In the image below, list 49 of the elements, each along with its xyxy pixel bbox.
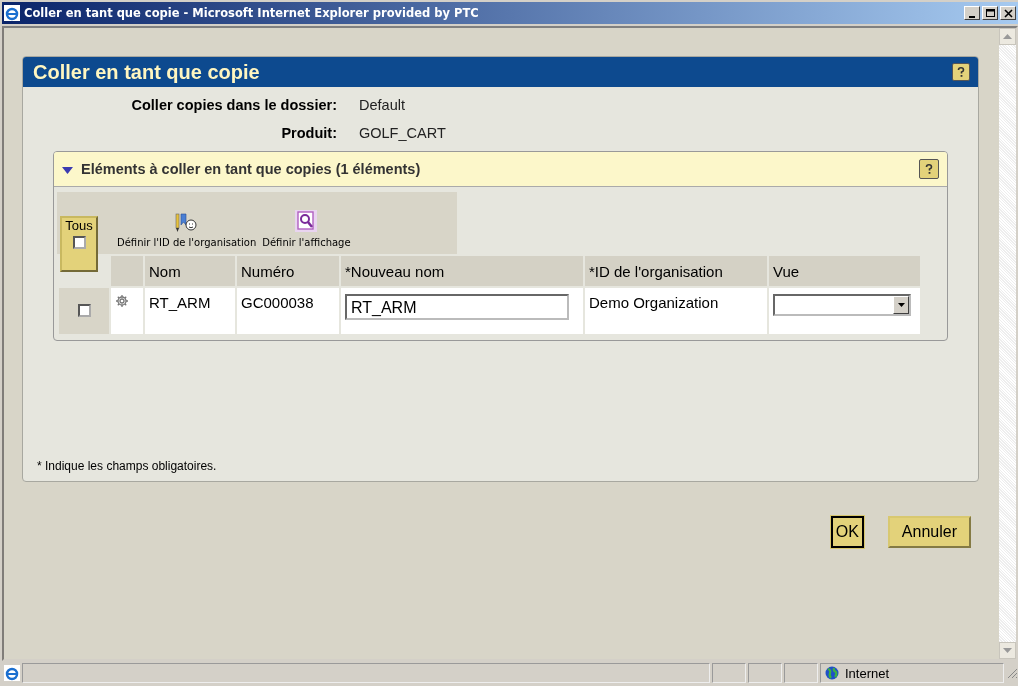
help-button[interactable] bbox=[952, 63, 970, 81]
organization-action-button[interactable]: Définir l'ID de l'organisation bbox=[117, 213, 257, 248]
globe-icon bbox=[825, 666, 839, 680]
pencil-people-icon bbox=[174, 213, 199, 233]
table-cell: RT_ARM bbox=[145, 288, 235, 334]
column-header: Numéro bbox=[237, 256, 339, 286]
maximize-button[interactable] bbox=[982, 6, 998, 20]
page-icon bbox=[4, 665, 20, 681]
select-all-label: Tous bbox=[65, 218, 93, 233]
gear-icon bbox=[115, 294, 129, 308]
row-checkbox[interactable] bbox=[77, 303, 91, 317]
status-pane bbox=[712, 663, 746, 683]
required-fields-note: * Indique les champs obligatoires. bbox=[37, 459, 218, 473]
magnifier-icon bbox=[294, 209, 319, 233]
section-title: Eléments à coller en tant que copies (1 éléments) bbox=[81, 161, 422, 177]
question-mark-icon bbox=[925, 164, 933, 174]
status-pane bbox=[784, 663, 818, 683]
table-cell: GC000038 bbox=[237, 288, 339, 334]
maximize-icon bbox=[983, 6, 997, 20]
minimize-icon bbox=[969, 15, 975, 18]
field-value: Default bbox=[359, 97, 406, 113]
status-pane bbox=[748, 663, 782, 683]
view-action-button[interactable]: Définir l'affichage bbox=[262, 209, 351, 248]
browser-icon bbox=[4, 5, 20, 21]
minimize-button[interactable] bbox=[964, 6, 980, 20]
column-header: *ID de l'organisation bbox=[585, 256, 767, 286]
close-icon bbox=[1001, 6, 1015, 20]
page-title: Coller en tant que copie bbox=[33, 60, 261, 84]
new-name-field[interactable]: RT_ARM bbox=[345, 294, 569, 320]
field-label: Coller copies dans le dossier: bbox=[130, 97, 337, 113]
column-header: *Nouveau nom bbox=[341, 256, 583, 286]
ok-button[interactable]: OK bbox=[830, 516, 864, 548]
security-zone: Internet bbox=[820, 663, 1004, 683]
select-all-checkbox[interactable] bbox=[72, 236, 86, 249]
field-value: GOLF_CART bbox=[359, 125, 447, 141]
select-all-button[interactable]: Tous bbox=[60, 216, 98, 272]
field-label: Produit: bbox=[280, 125, 337, 141]
question-mark-icon bbox=[957, 67, 965, 77]
help-button[interactable] bbox=[919, 159, 939, 179]
view-dropdown[interactable] bbox=[773, 294, 911, 316]
down-triangle-icon bbox=[1003, 647, 1012, 654]
column-header: Nom bbox=[145, 256, 235, 286]
close-button[interactable] bbox=[1000, 6, 1016, 20]
table-cell: Demo Organization bbox=[585, 288, 767, 334]
cancel-button[interactable]: Annuler bbox=[887, 516, 971, 548]
resize-grip-icon bbox=[1006, 667, 1018, 679]
up-triangle-icon bbox=[1003, 33, 1012, 40]
column-header: Vue bbox=[769, 256, 920, 286]
window-title: Coller en tant que copie - Microsoft Internet Explorer provided by PTC bbox=[24, 6, 480, 20]
